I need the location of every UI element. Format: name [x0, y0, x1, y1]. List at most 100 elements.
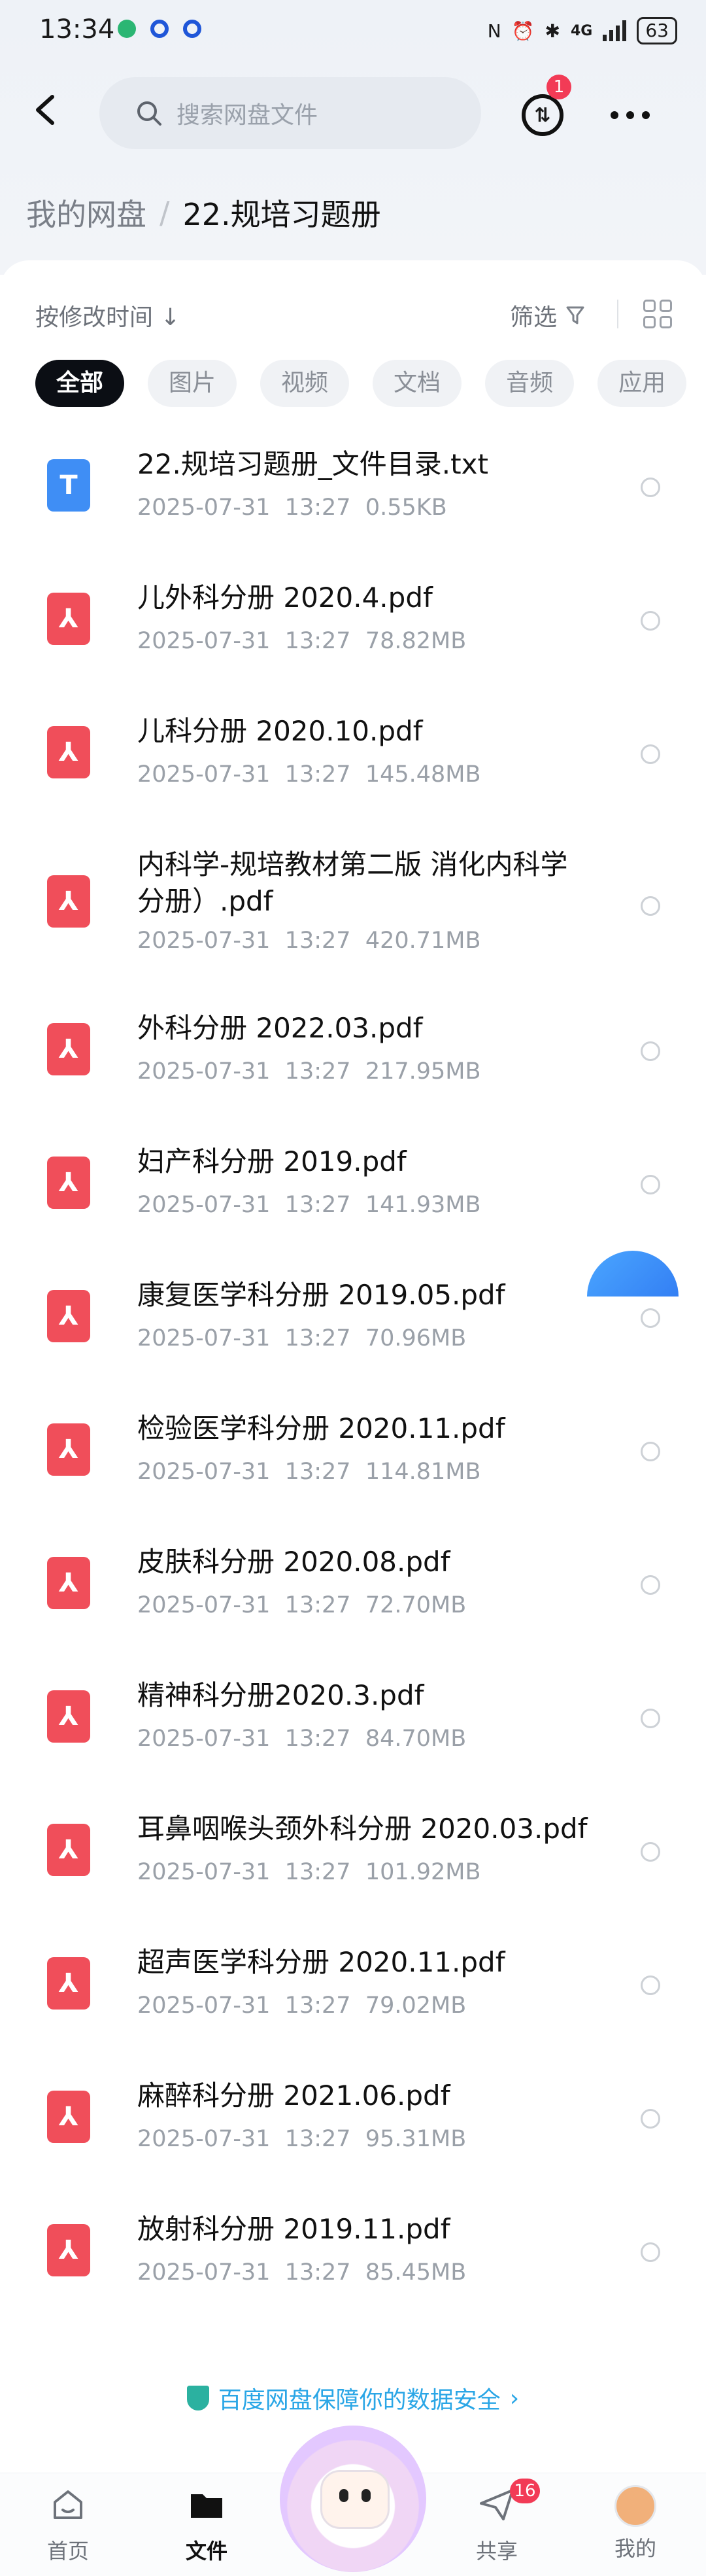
pdf-file-icon: ⅄: [47, 1557, 90, 1609]
tab-documents[interactable]: 文档: [373, 360, 462, 407]
pdf-file-icon: ⅄: [47, 1023, 90, 1075]
search-placeholder: 搜索网盘文件: [176, 102, 318, 129]
file-list: T 22.规培习题册_文件目录.txt 2025-07-31 13:27 0.5…: [0, 419, 706, 2317]
select-checkbox[interactable]: [641, 1976, 660, 1995]
shield-icon: [186, 2386, 209, 2411]
filter-icon: [566, 306, 584, 324]
select-checkbox[interactable]: [641, 1575, 660, 1595]
back-arrow-icon[interactable]: [29, 92, 65, 128]
select-checkbox[interactable]: [641, 896, 660, 916]
list-item[interactable]: ⅄ 超声医学科分册 2020.11.pdf 2025-07-31 13:27 7…: [0, 1917, 706, 2050]
safety-banner[interactable]: 百度网盘保障你的数据安全 ›: [0, 2381, 706, 2415]
file-meta: 2025-07-31 13:27 141.93MB: [137, 1192, 481, 1218]
list-item[interactable]: T 22.规培习题册_文件目录.txt 2025-07-31 13:27 0.5…: [0, 419, 706, 552]
list-item[interactable]: ⅄ 儿科分册 2020.10.pdf 2025-07-31 13:27 145.…: [0, 686, 706, 819]
file-name: 内科学-规培教材第二版 消化内科学分册）.pdf: [137, 848, 568, 917]
file-meta: 2025-07-31 13:27 85.45MB: [137, 2259, 467, 2286]
share-count-badge: 16: [510, 2479, 540, 2503]
pdf-file-icon: ⅄: [47, 2091, 90, 2143]
file-meta: 2025-07-31 13:27 70.96MB: [137, 1325, 467, 1351]
select-checkbox[interactable]: [641, 611, 660, 631]
more-options-icon[interactable]: [611, 111, 650, 119]
file-name: 妇产科分册 2019.pdf: [137, 1145, 407, 1177]
home-icon: [54, 2490, 82, 2519]
file-name: 儿科分册 2020.10.pdf: [137, 715, 423, 747]
sort-label: 按修改时间: [35, 304, 154, 331]
select-checkbox[interactable]: [641, 1842, 660, 1862]
nav-home-label: 首页: [46, 2539, 89, 2564]
list-item[interactable]: ⅄ 外科分册 2022.03.pdf 2025-07-31 13:27 217.…: [0, 983, 706, 1116]
file-name: 放射科分册 2019.11.pdf: [137, 2213, 450, 2245]
status-bar: 13:34 N ⏰ ✱ 4G 63: [0, 0, 706, 65]
list-item[interactable]: ⅄ 皮肤科分册 2020.08.pdf 2025-07-31 13:27 72.…: [0, 1516, 706, 1650]
nav-mine-label: 我的: [614, 2536, 656, 2561]
search-input[interactable]: 搜索网盘文件: [99, 77, 481, 149]
file-name: 22.规培习题册_文件目录.txt: [137, 448, 488, 480]
list-item[interactable]: ⅄ 儿外科分册 2020.4.pdf 2025-07-31 13:27 78.8…: [0, 552, 706, 686]
list-item[interactable]: ⅄ 检验医学科分册 2020.11.pdf 2025-07-31 13:27 1…: [0, 1383, 706, 1516]
breadcrumb-root[interactable]: 我的网盘: [26, 191, 146, 234]
file-meta: 2025-07-31 13:27 0.55KB: [137, 495, 447, 521]
tab-apps[interactable]: 应用: [597, 360, 687, 407]
list-item[interactable]: ⅄ 精神科分册2020.3.pdf 2025-07-31 13:27 84.70…: [0, 1650, 706, 1783]
safety-text: 百度网盘保障你的数据安全: [218, 2387, 501, 2414]
nav-files[interactable]: 文件: [167, 2485, 246, 2565]
file-meta: 2025-07-31 13:27 95.31MB: [137, 2126, 467, 2152]
filter-button[interactable]: 筛选: [510, 298, 588, 332]
file-name: 外科分册 2022.03.pdf: [137, 1012, 423, 1044]
bluetooth-icon: ✱: [545, 20, 560, 42]
file-meta: 2025-07-31 13:27 101.92MB: [137, 1859, 481, 1885]
select-checkbox[interactable]: [641, 1041, 660, 1061]
select-checkbox[interactable]: [641, 1709, 660, 1728]
tab-videos[interactable]: 视频: [260, 360, 350, 407]
select-checkbox[interactable]: [641, 478, 660, 497]
chevron-right-icon: ›: [509, 2384, 520, 2412]
file-name: 麻醉科分册 2021.06.pdf: [137, 2080, 450, 2112]
select-checkbox[interactable]: [641, 2242, 660, 2262]
select-checkbox[interactable]: [641, 1442, 660, 1461]
alarm-icon: ⏰: [511, 20, 535, 42]
select-checkbox[interactable]: [641, 744, 660, 764]
nav-files-label: 文件: [185, 2539, 227, 2564]
pdf-file-icon: ⅄: [47, 1690, 90, 1743]
signal-icon: [603, 20, 627, 41]
category-tabs: 全部 图片 视频 文档 音频 应用: [35, 360, 687, 407]
grid-view-icon[interactable]: [643, 300, 672, 328]
txt-file-icon: T: [47, 459, 90, 512]
pdf-file-icon: ⅄: [47, 726, 90, 778]
filter-label: 筛选: [510, 304, 558, 331]
nfc-icon: N: [487, 20, 501, 42]
file-name: 精神科分册2020.3.pdf: [137, 1679, 424, 1711]
select-checkbox[interactable]: [641, 2109, 660, 2129]
tab-images[interactable]: 图片: [148, 360, 237, 407]
transfer-count-badge: 1: [546, 75, 571, 99]
tab-all[interactable]: 全部: [35, 360, 125, 407]
pdf-file-icon: ⅄: [47, 593, 90, 645]
network-type: 4G: [570, 22, 593, 39]
file-name: 超声医学科分册 2020.11.pdf: [137, 1946, 505, 1978]
select-checkbox[interactable]: [641, 1308, 660, 1328]
select-checkbox[interactable]: [641, 1175, 660, 1194]
pdf-file-icon: ⅄: [47, 1157, 90, 1209]
breadcrumb-separator: /: [160, 195, 170, 230]
file-name: 检验医学科分册 2020.11.pdf: [137, 1412, 505, 1444]
list-item[interactable]: ⅄ 耳鼻咽喉头颈外科分册 2020.03.pdf 2025-07-31 13:2…: [0, 1783, 706, 1917]
list-item[interactable]: ⅄ 内科学-规培教材第二版 消化内科学分册）.pdf 2025-07-31 13…: [0, 819, 706, 983]
file-name: 耳鼻咽喉头颈外科分册 2020.03.pdf: [137, 1813, 588, 1845]
folder-icon: [191, 2494, 222, 2518]
pdf-file-icon: ⅄: [47, 1824, 90, 1876]
list-item[interactable]: ⅄ 妇产科分册 2019.pdf 2025-07-31 13:27 141.93…: [0, 1116, 706, 1249]
status-time: 13:34: [39, 14, 115, 44]
arrow-down-icon: ↓: [160, 304, 180, 331]
transfer-list-icon[interactable]: ⇅: [522, 94, 563, 136]
nav-home[interactable]: 首页: [29, 2485, 107, 2565]
app-notification-icon: [183, 20, 201, 38]
tab-audio[interactable]: 音频: [485, 360, 575, 407]
cloud-app-icon: [118, 20, 136, 38]
list-item[interactable]: ⅄ 放射科分册 2019.11.pdf 2025-07-31 13:27 85.…: [0, 2184, 706, 2317]
ai-assistant-mascot[interactable]: [280, 2426, 426, 2572]
file-name: 康复医学科分册 2019.05.pdf: [137, 1279, 505, 1311]
list-item[interactable]: ⅄ 麻醉科分册 2021.06.pdf 2025-07-31 13:27 95.…: [0, 2050, 706, 2184]
nav-mine[interactable]: 我的: [596, 2485, 675, 2562]
sort-button[interactable]: 按修改时间 ↓: [35, 298, 180, 332]
